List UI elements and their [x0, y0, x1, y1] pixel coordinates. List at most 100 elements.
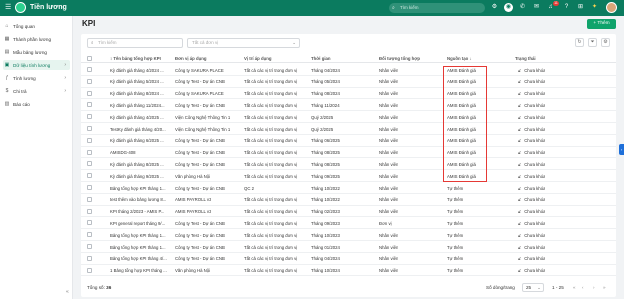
table-row[interactable]: Kỳ đánh giá tháng 4/2025 ... Viện Công Ng…	[81, 111, 616, 123]
row-checkbox[interactable]	[87, 102, 92, 108]
gift-icon[interactable]: ✦	[590, 3, 599, 12]
row-checkbox[interactable]	[87, 114, 92, 120]
cell-name[interactable]: Bảng tổng hợp KPI tháng 1...	[110, 186, 166, 191]
cell-name[interactable]: KPI tháng 2/2023 - AMIS P...	[110, 209, 164, 214]
row-checkbox[interactable]	[87, 255, 92, 261]
table-row[interactable]: test thêm vào bảng lương 8... AMIS PAYROL…	[81, 194, 616, 206]
table-row[interactable]: 1 Bảng tổng hợp KPI tháng ... Văn phòng H…	[81, 265, 616, 277]
table-row[interactable]: KPI general report tháng 9/... Công ty Te…	[81, 217, 616, 230]
app-menu-icon[interactable]: ☰	[5, 4, 12, 12]
cell-name[interactable]: Bảng tổng hợp KPI tháng 1...	[110, 233, 166, 238]
column-header-label: Tên bảng tổng hợp KPI	[113, 56, 161, 61]
row-checkbox[interactable]	[87, 78, 92, 84]
sidebar-item-calculate[interactable]: ƒ Tính lương ›	[3, 73, 70, 83]
row-checkbox[interactable]	[87, 173, 92, 179]
column-header-source[interactable]: Nguồn tạo ↓	[447, 56, 472, 61]
cell-name[interactable]: Kỳ đánh giá tháng 9/2025 ...	[110, 174, 164, 179]
sidebar-item-reports[interactable]: ▥ Báo cáo	[3, 99, 70, 109]
row-checkbox[interactable]	[87, 196, 92, 202]
table-row[interactable]: Kỳ đánh giá tháng 5/2024 ... Công ty Test…	[81, 76, 616, 88]
prev-page-icon[interactable]: ‹	[582, 285, 584, 290]
cell-name[interactable]: Kỳ đánh giá tháng 8/2025 ...	[110, 162, 164, 167]
cell-unit: Công ty Test - Dự án CNB	[175, 244, 225, 250]
settings-icon[interactable]: ⚙	[490, 3, 499, 12]
cell-name[interactable]: Bảng tổng hợp KPI tháng 4/...	[110, 256, 167, 261]
row-checkbox[interactable]	[87, 267, 92, 273]
table-row[interactable]: Kỳ đánh giá tháng 9/2025 ... Văn phòng Hà…	[81, 170, 616, 182]
cell-target: Nhân viên	[379, 197, 399, 203]
cell-name[interactable]: Bảng tổng hợp KPI tháng 1...	[110, 245, 166, 250]
table-row[interactable]: Bảng tổng hợp KPI tháng 1... Công ty Test…	[81, 241, 616, 253]
page-title: KPI	[82, 19, 96, 28]
table-row[interactable]: Bảng tổng hợp KPI tháng 1... Công ty Test…	[81, 182, 616, 194]
assistant-icon[interactable]: ◉	[504, 3, 513, 12]
cell-period: Tháng 08/2025	[311, 161, 340, 167]
apps-icon[interactable]: ⊞	[576, 3, 585, 12]
row-checkbox[interactable]	[87, 208, 92, 214]
table-row[interactable]: TestKy đánh giá tháng 4/20... Viện Công N…	[81, 123, 616, 135]
cell-target: Nhân viên	[379, 161, 399, 167]
per-page-select[interactable]: 25 ⌄	[522, 283, 544, 292]
table-row[interactable]: Bảng tổng hợp KPI tháng 1... Công ty Test…	[81, 229, 616, 241]
megaphone-icon[interactable]: ✆	[518, 3, 527, 12]
table-row[interactable]: Kỳ đánh giá tháng 8/2024 ... Công ty SAKU…	[81, 88, 616, 100]
user-avatar[interactable]	[606, 2, 617, 13]
row-checkbox[interactable]	[87, 161, 92, 167]
row-checkbox[interactable]	[87, 220, 92, 226]
cell-name[interactable]: Kỳ đánh giá tháng 5/2024 ...	[110, 79, 164, 84]
table-search-input[interactable]: ⌕ Tìm kiếm	[87, 38, 183, 48]
cell-name[interactable]: Kỳ đánh giá tháng 6/2025 ...	[110, 138, 164, 143]
row-checkbox[interactable]	[87, 90, 92, 96]
collapse-sidebar-icon[interactable]: «	[66, 289, 69, 295]
row-checkbox[interactable]	[87, 126, 92, 131]
row-checkbox[interactable]	[87, 185, 92, 190]
column-header-position[interactable]: Vị trí áp dụng	[244, 56, 271, 61]
column-settings-icon[interactable]: ⚙	[601, 38, 610, 47]
last-page-icon[interactable]: »	[603, 285, 606, 290]
table-row[interactable]: Bảng tổng hợp KPI tháng 4/... Công ty Tes…	[81, 253, 616, 265]
next-page-icon[interactable]: ›	[593, 285, 595, 290]
column-header-target[interactable]: Đối tượng tổng hợp	[379, 56, 420, 61]
sidebar-item-overview[interactable]: ⌂ Tổng quan	[3, 21, 70, 31]
global-search-input[interactable]: ⌕ Tìm kiếm	[389, 3, 485, 13]
sidebar-item-components[interactable]: ▦ Thành phần lương	[3, 34, 70, 44]
cell-name[interactable]: KPI general report tháng 9/...	[110, 221, 165, 226]
row-checkbox[interactable]	[87, 232, 92, 238]
first-page-icon[interactable]: «	[573, 285, 576, 290]
cell-name[interactable]: Kỳ đánh giá tháng 4/2024 ...	[110, 68, 164, 73]
table-row[interactable]: Kỳ đánh giá tháng 4/2024 ... Công ty SAKU…	[81, 64, 616, 76]
status-text: Chưa khóa	[524, 114, 546, 120]
sidebar-item-payment[interactable]: $ Chi trả ›	[3, 86, 70, 96]
chevron-right-icon: ›	[64, 88, 66, 94]
cell-name[interactable]: 1 Bảng tổng hợp KPI tháng ...	[110, 268, 167, 273]
cell-name[interactable]: AMISDG-408	[110, 150, 136, 155]
cell-name[interactable]: TestKy đánh giá tháng 4/20...	[110, 127, 166, 132]
table-row[interactable]: AMISDG-408 Công ty Test - Dự án CNB Tất cả…	[81, 147, 616, 159]
table-row[interactable]: Kỳ đánh giá tháng 8/2025 ... Công ty Test…	[81, 158, 616, 171]
side-panel-toggle[interactable]: ‹	[619, 144, 624, 155]
table-row[interactable]: Kỳ đánh giá tháng 11/2024... Công ty Test…	[81, 99, 616, 112]
add-button[interactable]: + Thêm	[587, 19, 616, 29]
cell-name[interactable]: test thêm vào bảng lương 8...	[110, 197, 166, 202]
sidebar-item-payroll-data[interactable]: ▣ Dữ liệu tính lương ›	[3, 60, 70, 70]
refresh-icon[interactable]: ↻	[575, 38, 584, 47]
column-header-unit[interactable]: Đơn vị áp dụng	[175, 56, 206, 61]
cell-name[interactable]: Kỳ đánh giá tháng 8/2024 ...	[110, 91, 164, 96]
unit-filter-select[interactable]: Tất cả đơn vị ⌄	[187, 38, 300, 48]
row-checkbox[interactable]	[87, 137, 92, 143]
cell-name[interactable]: Kỳ đánh giá tháng 4/2025 ...	[110, 115, 164, 120]
filter-icon[interactable]: ⏷	[588, 38, 597, 47]
column-header-status[interactable]: Trạng thái	[515, 56, 536, 61]
sidebar-item-templates[interactable]: ▤ Mẫu bảng lương	[3, 47, 70, 57]
column-header-name[interactable]: ↕ Tên bảng tổng hợp KPI	[110, 56, 161, 61]
table-row[interactable]: Kỳ đánh giá tháng 6/2025 ... Công ty Test…	[81, 135, 616, 147]
chat-icon[interactable]: ✉	[532, 3, 541, 12]
cell-name[interactable]: Kỳ đánh giá tháng 11/2024...	[110, 103, 165, 108]
select-all-checkbox[interactable]	[87, 55, 92, 61]
help-icon[interactable]: ?	[562, 3, 571, 12]
table-row[interactable]: KPI tháng 2/2023 - AMIS P... AMIS PAYROLL…	[81, 206, 616, 218]
row-checkbox[interactable]	[87, 149, 92, 155]
row-checkbox[interactable]	[87, 67, 92, 72]
row-checkbox[interactable]	[87, 244, 92, 249]
column-header-period[interactable]: Thời gian	[311, 56, 331, 61]
